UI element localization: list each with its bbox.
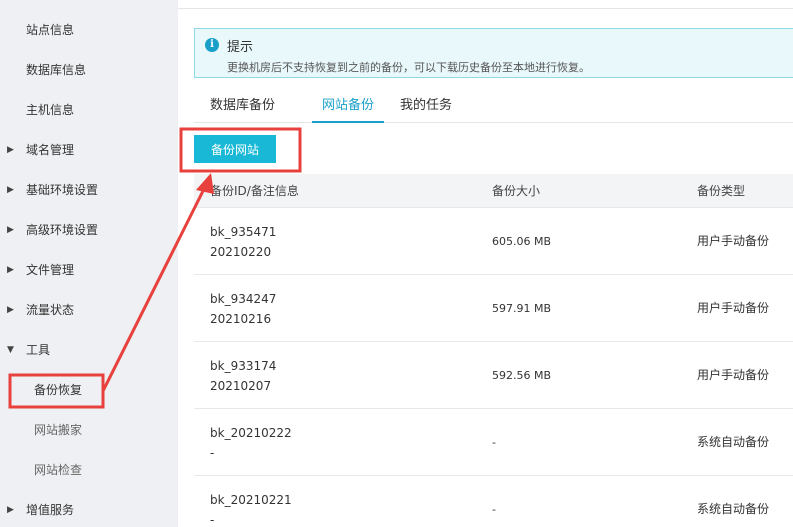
tab-bar: 数据库备份 网站备份 我的任务 — [194, 92, 793, 123]
sidebar-item-database-info[interactable]: 数据库信息 — [0, 50, 178, 90]
backup-size: 597.91 MB — [492, 302, 552, 315]
sidebar-item-label: 域名管理 — [26, 143, 75, 157]
column-header-type: 备份类型 — [697, 184, 746, 198]
notice-text: 更换机房后不支持恢复到之前的备份，可以下载历史备份至本地进行恢复。 — [227, 61, 590, 74]
backup-id: bk_20210221 — [210, 493, 292, 507]
sidebar-item-file-management[interactable]: ▶ 文件管理 — [0, 250, 178, 290]
main-content: i 提示 更换机房后不支持恢复到之前的备份，可以下载历史备份至本地进行恢复。 数… — [178, 0, 793, 527]
backup-id-cell: bk_20210221 - — [210, 490, 292, 527]
notice-title: 提示 — [227, 40, 254, 55]
caret-right-icon: ▶ — [7, 225, 14, 235]
caret-right-icon: ▶ — [7, 265, 14, 275]
backup-size: 592.56 MB — [492, 369, 552, 382]
sidebar-item-label: 主机信息 — [26, 103, 75, 117]
backup-type: 用户手动备份 — [697, 368, 770, 382]
tab-database-backup[interactable]: 数据库备份 — [210, 92, 275, 123]
sidebar-item-label: 工具 — [26, 343, 51, 357]
tab-my-tasks[interactable]: 我的任务 — [400, 92, 452, 123]
backup-id-cell: bk_935471 20210220 — [210, 222, 276, 262]
sidebar-item-host-info[interactable]: 主机信息 — [0, 90, 178, 130]
backup-note: - — [210, 446, 215, 460]
backup-id-cell: bk_20210222 - — [210, 423, 292, 463]
info-icon: i — [205, 38, 219, 52]
backup-note: - — [210, 513, 215, 527]
caret-right-icon: ▶ — [7, 185, 14, 195]
caret-right-icon: ▶ — [7, 145, 14, 155]
sidebar-item-traffic-status[interactable]: ▶ 流量状态 — [0, 290, 178, 330]
table-row[interactable]: bk_20210221 - - 系统自动备份 — [194, 476, 793, 527]
sidebar-item-label: 基础环境设置 — [26, 183, 99, 197]
backup-id: bk_935471 — [210, 225, 277, 239]
sidebar-item-label: 网站检查 — [34, 463, 83, 477]
sidebar-item-label: 增值服务 — [26, 503, 75, 517]
backup-note: 20210220 — [210, 245, 272, 259]
table-row[interactable]: bk_20210222 - - 系统自动备份 — [194, 409, 793, 476]
backup-type: 系统自动备份 — [697, 502, 770, 516]
column-header-id: 备份ID/备注信息 — [210, 184, 299, 198]
sidebar-item-label: 高级环境设置 — [26, 223, 99, 237]
backup-id: bk_20210222 — [210, 426, 292, 440]
backup-table: 备份ID/备注信息 备份大小 备份类型 bk_935471 20210220 6… — [194, 174, 793, 527]
backup-id-cell: bk_934247 20210216 — [210, 289, 276, 329]
sidebar-item-value-added[interactable]: ▶ 增值服务 — [0, 490, 178, 527]
sidebar-item-label: 站点信息 — [26, 23, 75, 37]
backup-size: 605.06 MB — [492, 235, 552, 248]
column-header-size: 备份大小 — [492, 184, 541, 198]
sidebar: 站点信息 数据库信息 主机信息 ▶ 域名管理 ▶ 基础环境设置 ▶ 高级环境设置… — [0, 0, 178, 527]
sidebar-item-tools[interactable]: ▼ 工具 — [0, 330, 178, 370]
caret-right-icon: ▶ — [7, 305, 14, 315]
notice-box: i 提示 更换机房后不支持恢复到之前的备份，可以下载历史备份至本地进行恢复。 — [194, 28, 793, 78]
sidebar-item-site-check[interactable]: 网站检查 — [0, 450, 178, 490]
tab-site-backup[interactable]: 网站备份 — [312, 92, 384, 123]
sidebar-item-domain-management[interactable]: ▶ 域名管理 — [0, 130, 178, 170]
table-row[interactable]: bk_935471 20210220 605.06 MB 用户手动备份 — [194, 208, 793, 275]
backup-id: bk_933174 — [210, 359, 277, 373]
table-header: 备份ID/备注信息 备份大小 备份类型 — [194, 174, 793, 208]
caret-down-icon: ▼ — [7, 345, 14, 355]
backup-site-button[interactable]: 备份网站 — [194, 135, 276, 163]
sidebar-item-site-migration[interactable]: 网站搬家 — [0, 410, 178, 450]
backup-type: 系统自动备份 — [697, 435, 770, 449]
backup-note: 20210207 — [210, 379, 272, 393]
backup-id-cell: bk_933174 20210207 — [210, 356, 276, 396]
sidebar-item-label: 流量状态 — [26, 303, 75, 317]
backup-id: bk_934247 — [210, 292, 277, 306]
caret-right-icon: ▶ — [7, 505, 14, 515]
divider — [178, 8, 793, 9]
backup-size: - — [492, 503, 496, 516]
sidebar-item-site-info[interactable]: 站点信息 — [0, 10, 178, 50]
table-row[interactable]: bk_934247 20210216 597.91 MB 用户手动备份 — [194, 275, 793, 342]
sidebar-item-label: 数据库信息 — [26, 63, 87, 77]
sidebar-item-basic-env[interactable]: ▶ 基础环境设置 — [0, 170, 178, 210]
sidebar-item-label: 网站搬家 — [34, 423, 83, 437]
backup-type: 用户手动备份 — [697, 301, 770, 315]
backup-size: - — [492, 436, 496, 449]
table-row[interactable]: bk_933174 20210207 592.56 MB 用户手动备份 — [194, 342, 793, 409]
sidebar-item-advanced-env[interactable]: ▶ 高级环境设置 — [0, 210, 178, 250]
backup-type: 用户手动备份 — [697, 234, 770, 248]
sidebar-item-backup-restore[interactable]: 备份恢复 — [0, 370, 178, 410]
backup-note: 20210216 — [210, 312, 272, 326]
sidebar-item-label: 备份恢复 — [34, 383, 83, 397]
sidebar-item-label: 文件管理 — [26, 263, 75, 277]
